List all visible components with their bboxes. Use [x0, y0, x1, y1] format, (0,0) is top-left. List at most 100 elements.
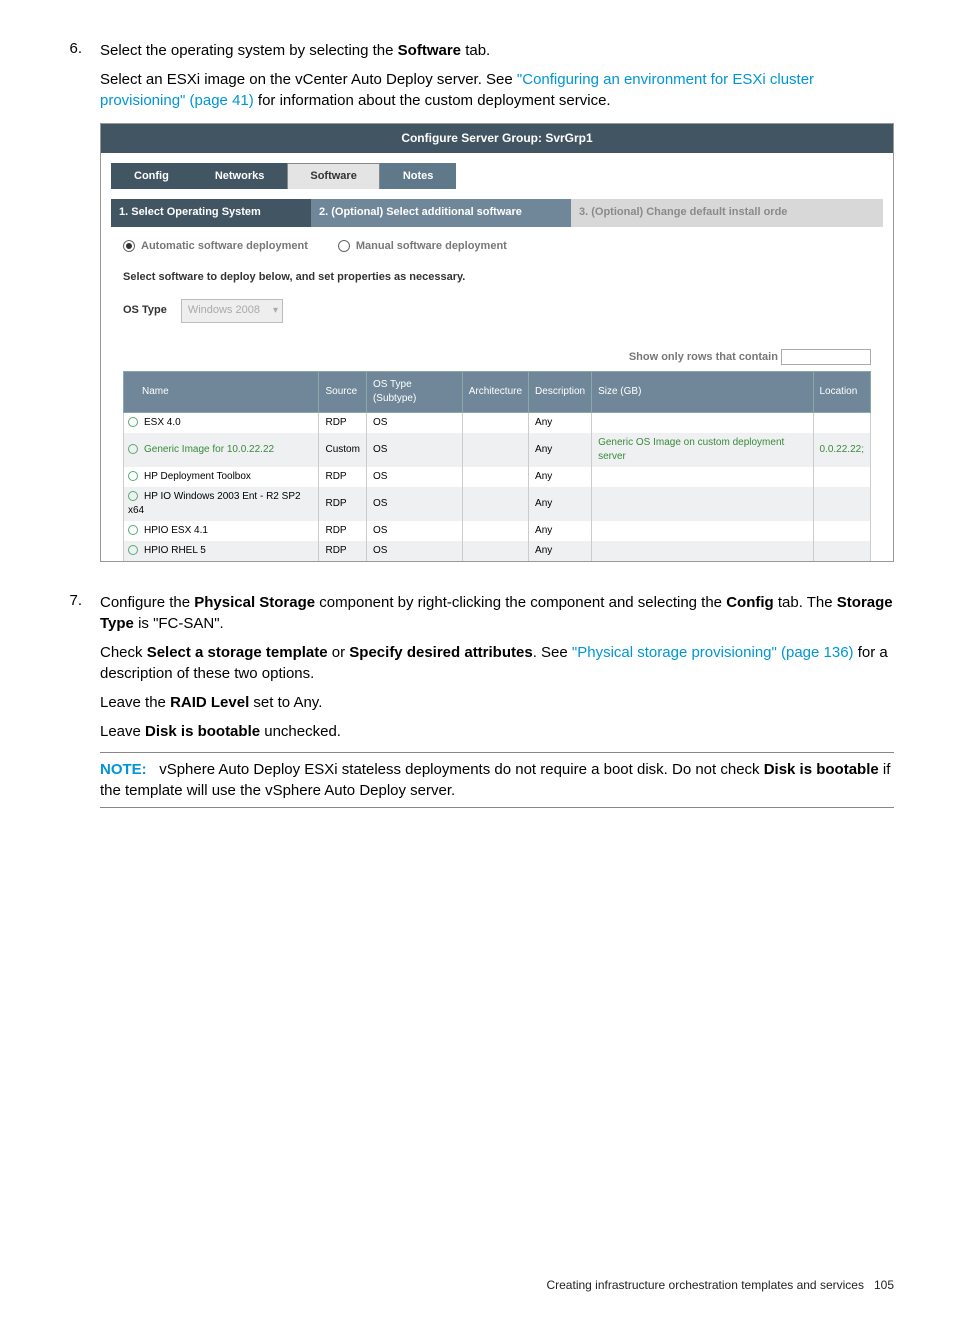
row-arch — [462, 433, 528, 467]
step-7-number: 7. — [60, 592, 100, 818]
th-loc[interactable]: Location — [813, 372, 871, 413]
th-ostype[interactable]: OS Type (Subtype) — [366, 372, 462, 413]
text: component by right-clicking the componen… — [315, 594, 726, 611]
row-desc: Any — [529, 467, 592, 487]
page-footer: Creating infrastructure orchestration te… — [60, 1278, 894, 1292]
software-table: Name Source OS Type (Subtype) Architectu… — [123, 371, 871, 561]
row-desc: Any — [529, 521, 592, 541]
table-row[interactable]: HP Deployment ToolboxRDPOSAny — [124, 467, 871, 487]
footer-page: 105 — [874, 1278, 894, 1292]
step-6-number: 6. — [60, 40, 100, 584]
tab-config[interactable]: Config — [111, 163, 192, 189]
filter-input[interactable] — [781, 349, 871, 365]
raid-level-bold: RAID Level — [170, 694, 249, 711]
table-row[interactable]: ESX 4.0RDPOSAny — [124, 413, 871, 434]
specify-attributes-bold: Specify desired attributes — [349, 644, 532, 661]
panel-title: Configure Server Group: SvrGrp1 — [101, 124, 893, 153]
th-size[interactable]: Size (GB) — [592, 372, 813, 413]
row-source: RDP — [319, 521, 366, 541]
row-source: Custom — [319, 433, 366, 467]
tab-notes[interactable]: Notes — [380, 163, 457, 189]
row-size — [592, 521, 813, 541]
row-source: RDP — [319, 541, 366, 561]
row-name: HPIO ESX 4.1 — [144, 525, 208, 536]
radio-dot-selected-icon — [123, 240, 135, 252]
table-row[interactable]: HPIO ESX 4.1 RDPOS Any — [124, 521, 871, 541]
step-7-p4: Leave Disk is bootable unchecked. — [100, 721, 894, 742]
text: Leave — [100, 723, 145, 740]
th-source[interactable]: Source — [319, 372, 366, 413]
configure-server-group-panel: Configure Server Group: SvrGrp1 Config N… — [100, 123, 894, 562]
radio-auto-deploy[interactable]: Automatic software deployment — [123, 239, 308, 254]
radio-manual-label: Manual software deployment — [356, 239, 507, 254]
step-6-p2: Select an ESXi image on the vCenter Auto… — [100, 69, 894, 111]
row-radio-icon[interactable] — [128, 491, 138, 501]
row-name: HP IO Windows 2003 Ent - R2 SP2 x64 — [128, 491, 301, 516]
row-size — [592, 413, 813, 434]
text: tab. — [461, 42, 490, 59]
row-loc — [813, 467, 871, 487]
row-loc — [813, 541, 871, 561]
row-name: Generic Image for 10.0.22.22 — [144, 444, 274, 455]
row-loc — [813, 487, 871, 521]
text: Select an ESXi image on the vCenter Auto… — [100, 71, 517, 88]
ostype-label: OS Type — [123, 303, 167, 318]
text: tab. The — [774, 594, 837, 611]
radio-manual-deploy[interactable]: Manual software deployment — [338, 239, 507, 254]
row-size — [592, 467, 813, 487]
row-radio-icon[interactable] — [128, 471, 138, 481]
wizard-step-2[interactable]: 2. (Optional) Select additional software — [311, 199, 571, 226]
row-radio-icon[interactable] — [128, 545, 138, 555]
row-loc — [813, 413, 871, 434]
text: is "FC-SAN". — [134, 615, 224, 632]
text: Configure the — [100, 594, 194, 611]
text: unchecked. — [260, 723, 341, 740]
note-text-1: vSphere Auto Deploy ESXi stateless deplo… — [159, 761, 764, 778]
text: set to Any. — [249, 694, 322, 711]
disk-bootable-bold: Disk is bootable — [145, 723, 260, 740]
footer-text: Creating infrastructure orchestration te… — [546, 1278, 863, 1292]
wizard-step-1[interactable]: 1. Select Operating System — [111, 199, 311, 226]
text: Leave the — [100, 694, 170, 711]
row-desc: Any — [529, 433, 592, 467]
row-desc: Any — [529, 541, 592, 561]
table-row[interactable]: HPIO RHEL 5 RDPOS Any — [124, 541, 871, 561]
wizard-step-3: 3. (Optional) Change default install ord… — [571, 199, 883, 226]
physical-storage-bold: Physical Storage — [194, 594, 315, 611]
tab-software[interactable]: Software — [287, 163, 379, 189]
row-size — [592, 541, 813, 561]
select-template-bold: Select a storage template — [147, 644, 328, 661]
row-ostype: OS — [366, 521, 462, 541]
tab-networks[interactable]: Networks — [192, 163, 288, 189]
row-loc — [813, 521, 871, 541]
row-arch — [462, 541, 528, 561]
row-radio-icon[interactable] — [128, 525, 138, 535]
row-size: Generic OS Image on custom deployment se… — [592, 433, 813, 467]
th-name[interactable]: Name — [124, 372, 319, 413]
row-arch — [462, 521, 528, 541]
link-physical-storage[interactable]: "Physical storage provisioning" (page 13… — [572, 644, 854, 661]
th-desc[interactable]: Description — [529, 372, 592, 413]
row-name: ESX 4.0 — [144, 417, 181, 428]
note-block: NOTE: vSphere Auto Deploy ESXi stateless… — [100, 752, 894, 808]
row-ostype: OS — [366, 487, 462, 521]
ostype-select[interactable]: Windows 2008 — [181, 299, 283, 322]
row-source: RDP — [319, 467, 366, 487]
th-arch[interactable]: Architecture — [462, 372, 528, 413]
step-6-p1: Select the operating system by selecting… — [100, 40, 894, 61]
row-radio-icon[interactable] — [128, 417, 138, 427]
row-ostype: OS — [366, 541, 462, 561]
row-ostype: OS — [366, 413, 462, 434]
config-bold: Config — [726, 594, 773, 611]
table-row[interactable]: Generic Image for 10.0.22.22CustomOSAnyG… — [124, 433, 871, 467]
row-size — [592, 487, 813, 521]
row-loc: 0.0.22.22; — [813, 433, 871, 467]
table-row[interactable]: HP IO Windows 2003 Ent - R2 SP2 x64 RDPOS… — [124, 487, 871, 521]
row-arch — [462, 487, 528, 521]
row-arch — [462, 413, 528, 434]
row-desc: Any — [529, 413, 592, 434]
row-radio-icon[interactable] — [128, 444, 138, 454]
software-bold: Software — [398, 42, 461, 59]
row-name: HPIO RHEL 5 — [144, 545, 206, 556]
row-source: RDP — [319, 487, 366, 521]
